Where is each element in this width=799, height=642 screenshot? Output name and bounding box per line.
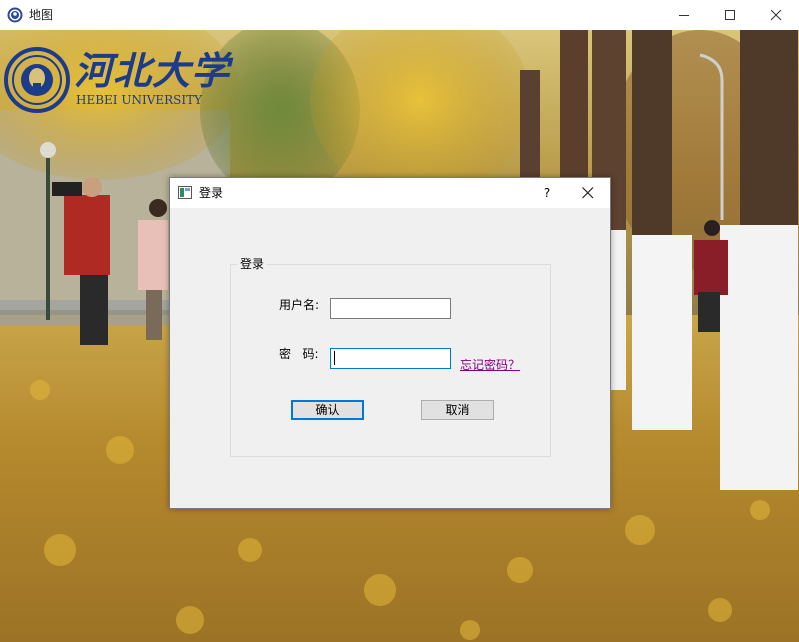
minimize-button[interactable]: [661, 0, 707, 30]
password-input[interactable]: [330, 348, 451, 369]
close-icon: [771, 10, 782, 21]
forgot-password-link[interactable]: 忘记密码？: [460, 358, 520, 372]
close-icon: [582, 187, 594, 199]
close-button[interactable]: [753, 0, 799, 30]
window-title: 地图: [29, 8, 54, 22]
groupbox-title: 登录: [237, 256, 268, 272]
help-button[interactable]: ?: [530, 178, 564, 208]
app-logo-icon: [7, 7, 23, 23]
maximize-button[interactable]: [707, 0, 753, 30]
text-caret: [334, 351, 335, 365]
university-seal-icon: [4, 47, 70, 113]
login-dialog: 登录 ? 登录 用户名: 密 码: 忘记密码？ 确认 取消: [169, 177, 611, 509]
confirm-button[interactable]: 确认: [291, 400, 364, 420]
minimize-icon: [679, 15, 689, 16]
cancel-button[interactable]: 取消: [421, 400, 494, 420]
maximize-icon: [725, 10, 735, 20]
app-window: 地图 河北大学 HEBEI UNIVERSITY 登录 ? 登录 用户名: 密 …: [0, 0, 799, 642]
university-name: 河北大学: [74, 48, 231, 93]
dialog-title-bar[interactable]: 登录 ?: [170, 178, 610, 208]
university-logo: 河北大学 HEBEI UNIVERSITY: [4, 47, 234, 115]
username-label: 用户名:: [279, 298, 320, 312]
dialog-window-icon: [178, 186, 192, 199]
dialog-title: 登录: [199, 186, 224, 200]
university-english-name: HEBEI UNIVERSITY: [76, 93, 203, 107]
dialog-close-button[interactable]: [566, 178, 610, 208]
username-input[interactable]: [330, 298, 451, 319]
password-label: 密 码:: [279, 347, 319, 361]
title-bar[interactable]: 地图: [0, 0, 799, 30]
